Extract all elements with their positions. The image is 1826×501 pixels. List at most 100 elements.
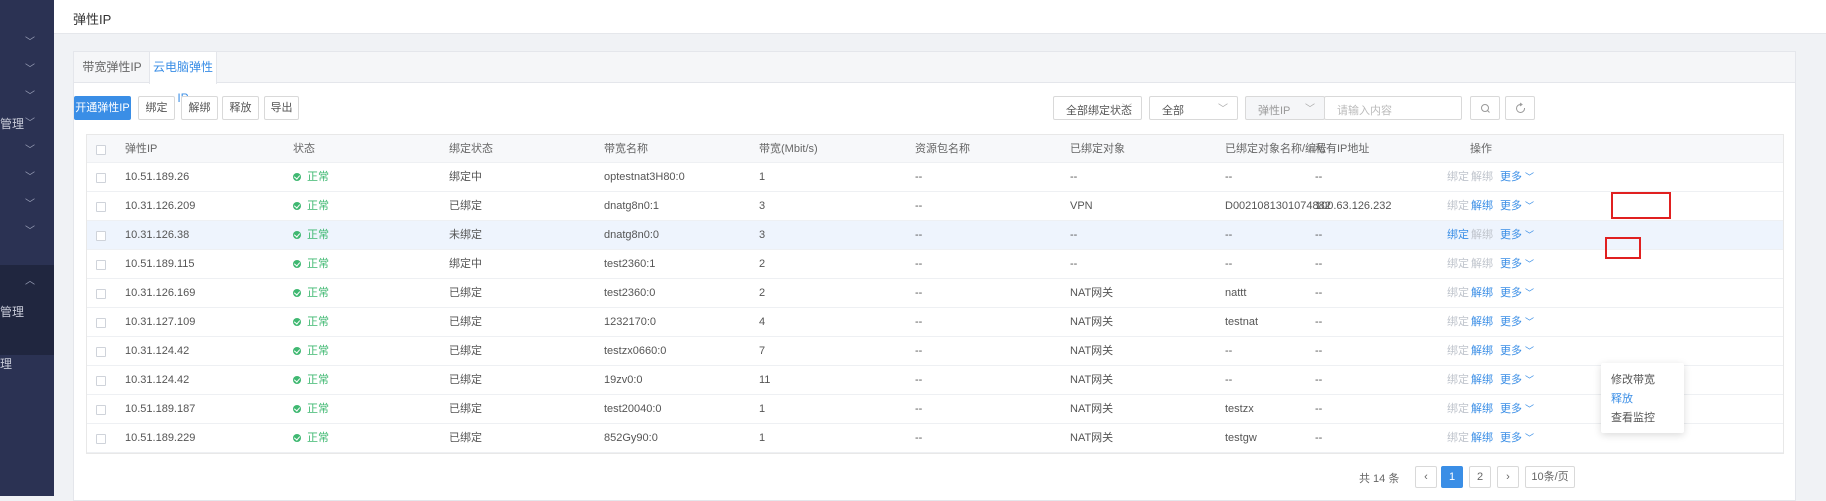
cell-col-obj: NAT网关 [1070,374,1114,386]
cell-col-eip: 10.51.189.115 [125,258,195,270]
search-icon [1481,104,1490,113]
cell-col-bw-name: test2360:0 [604,287,656,299]
chevron-down-icon: ﹀ [1525,433,1535,443]
cell-col-status: 正常 [293,163,329,192]
sidebar-item-label: 管理 [0,117,25,131]
unbind-action[interactable]: 解绑 [1471,308,1493,337]
row-checkbox[interactable] [96,347,106,357]
bind-button[interactable]: 绑定 [138,96,175,120]
sidebar-item[interactable]: 理 [0,350,54,381]
cell-col-pkg: -- [915,200,923,212]
more-action[interactable]: 更多 ﹀ [1500,192,1534,221]
sidebar-item[interactable]: 管理 [0,298,54,329]
refresh-icon [1516,102,1526,113]
cell-col-private-ip: -- [1315,316,1323,328]
more-action[interactable]: 更多 ﹀ [1500,250,1534,279]
cell-col-bw-name: 1232170:0 [604,316,656,328]
row-checkbox[interactable] [96,434,106,444]
prev-page-button[interactable]: ‹ [1415,466,1437,488]
bind-action[interactable]: 绑定 [1447,221,1469,250]
type-value: 全部 [1162,105,1184,117]
top-bar: 弹性IP [54,0,1826,34]
select-all-checkbox[interactable] [96,145,106,155]
cell-col-obj-name: -- [1225,374,1233,386]
cell-col-obj: VPN [1070,200,1093,212]
more-action[interactable]: 更多 ﹀ [1500,279,1534,308]
cell-col-status: 正常 [293,308,329,337]
create-eip-button[interactable]: 开通弹性IP [74,96,131,120]
more-action[interactable]: 更多 ﹀ [1500,308,1534,337]
more-action[interactable]: 更多 ﹀ [1500,337,1534,366]
sidebar-item[interactable]: ﹀ [0,215,54,246]
type-select[interactable]: 全部 ﹀ [1149,96,1238,120]
unbind-action: 解绑 [1471,258,1493,270]
cell-col-private-ip: 100.63.126.232 [1315,200,1392,212]
row-checkbox[interactable] [96,318,106,328]
cell-col-bw: 7 [759,345,766,357]
row-checkbox[interactable] [96,231,106,241]
cell-col-bw: 1 [759,403,766,415]
header-col-bw: 带宽(Mbit/s) [759,143,818,155]
more-action[interactable]: 更多 ﹀ [1500,163,1534,192]
next-page-button[interactable]: › [1497,466,1519,488]
sidebar-item-label: 理 [0,357,13,371]
row-checkbox[interactable] [96,202,106,212]
cell-col-obj: NAT网关 [1070,287,1114,299]
menu-item-modify-bandwidth[interactable]: 修改带宽 [1611,371,1655,387]
table-row: 10.31.124.42 正常 已绑定 testzx0660:0 7 -- NAT网关 -- -… [87,337,1783,366]
menu-item-release[interactable]: 释放 [1611,390,1633,406]
tab-cloud-pc-eip[interactable]: 云电脑弹性IP [149,52,217,105]
chevron-down-icon: ﹀ [25,172,35,183]
cell-col-obj: -- [1070,171,1078,183]
cell-col-obj-name: testnat [1225,316,1259,328]
unbind-action[interactable]: 解绑 [1471,395,1493,424]
cell-col-obj-name: -- [1225,229,1233,241]
refresh-button[interactable] [1505,96,1535,120]
row-checkbox[interactable] [96,173,106,183]
row-checkbox[interactable] [96,260,106,270]
unbind-action[interactable]: 解绑 [1471,424,1493,453]
unbind-action[interactable]: 解绑 [1471,337,1493,366]
page-1[interactable]: 1 [1441,466,1463,488]
search-field-select[interactable]: 弹性IP ﹀ [1245,96,1325,120]
release-button[interactable]: 释放 [222,96,259,120]
cell-col-bw-name: 19zv0:0 [604,374,643,386]
row-checkbox[interactable] [96,405,106,415]
tab-bar: 带宽弹性IP 云电脑弹性IP [74,52,1795,105]
more-action[interactable]: 更多 ﹀ [1500,395,1534,424]
cell-col-bind-status: 绑定中 [449,171,482,183]
bind-action: 绑定 [1447,200,1469,212]
more-action[interactable]: 更多 ﹀ [1500,221,1534,250]
menu-item-view-monitor[interactable]: 查看监控 [1611,409,1655,425]
cell-col-bind-status: 已绑定 [449,345,482,357]
unbind-button[interactable]: 解绑 [181,96,218,120]
export-button[interactable]: 导出 [264,96,299,120]
row-checkbox[interactable] [96,289,106,299]
search-input[interactable]: 请输入内容 [1324,96,1462,120]
row-checkbox[interactable] [96,376,106,386]
page-2[interactable]: 2 [1469,466,1491,488]
unbind-action[interactable]: 解绑 [1471,279,1493,308]
cell-col-bind-status: 已绑定 [449,200,482,212]
more-action[interactable]: 更多 ﹀ [1500,366,1534,395]
cell-col-eip: 10.31.127.109 [125,316,196,328]
search-button[interactable] [1470,96,1500,120]
sidebar: ﹀ ﹀ ﹀ 管理 ﹀ ﹀ ﹀ ﹀ ﹀ ︿ 管理理 [0,0,54,496]
chevron-down-icon: ﹀ [1218,104,1228,115]
unbind-action[interactable]: 解绑 [1471,366,1493,395]
cell-col-status: 正常 [293,279,329,308]
cell-col-bind-status: 已绑定 [449,287,482,299]
bind-status-select[interactable]: 全部绑定状态 ﹀ [1053,96,1142,120]
header-col-obj: 已绑定对象 [1070,143,1125,155]
chevron-down-icon: ﹀ [25,145,35,156]
more-action[interactable]: 更多 ﹀ [1500,424,1534,453]
more-menu: 修改带宽 释放 查看监控 [1601,363,1684,433]
tab-bandwidth-eip[interactable]: 带宽弹性IP [74,52,150,83]
cell-col-bind-status: 已绑定 [449,432,482,444]
page-size-select[interactable]: 10条/页 [1525,466,1575,488]
cell-col-status: 正常 [293,250,329,279]
unbind-action[interactable]: 解绑 [1471,192,1493,221]
chevron-down-icon: ﹀ [1525,375,1535,385]
chevron-down-icon: ﹀ [25,64,35,75]
check-circle-icon [293,376,301,384]
